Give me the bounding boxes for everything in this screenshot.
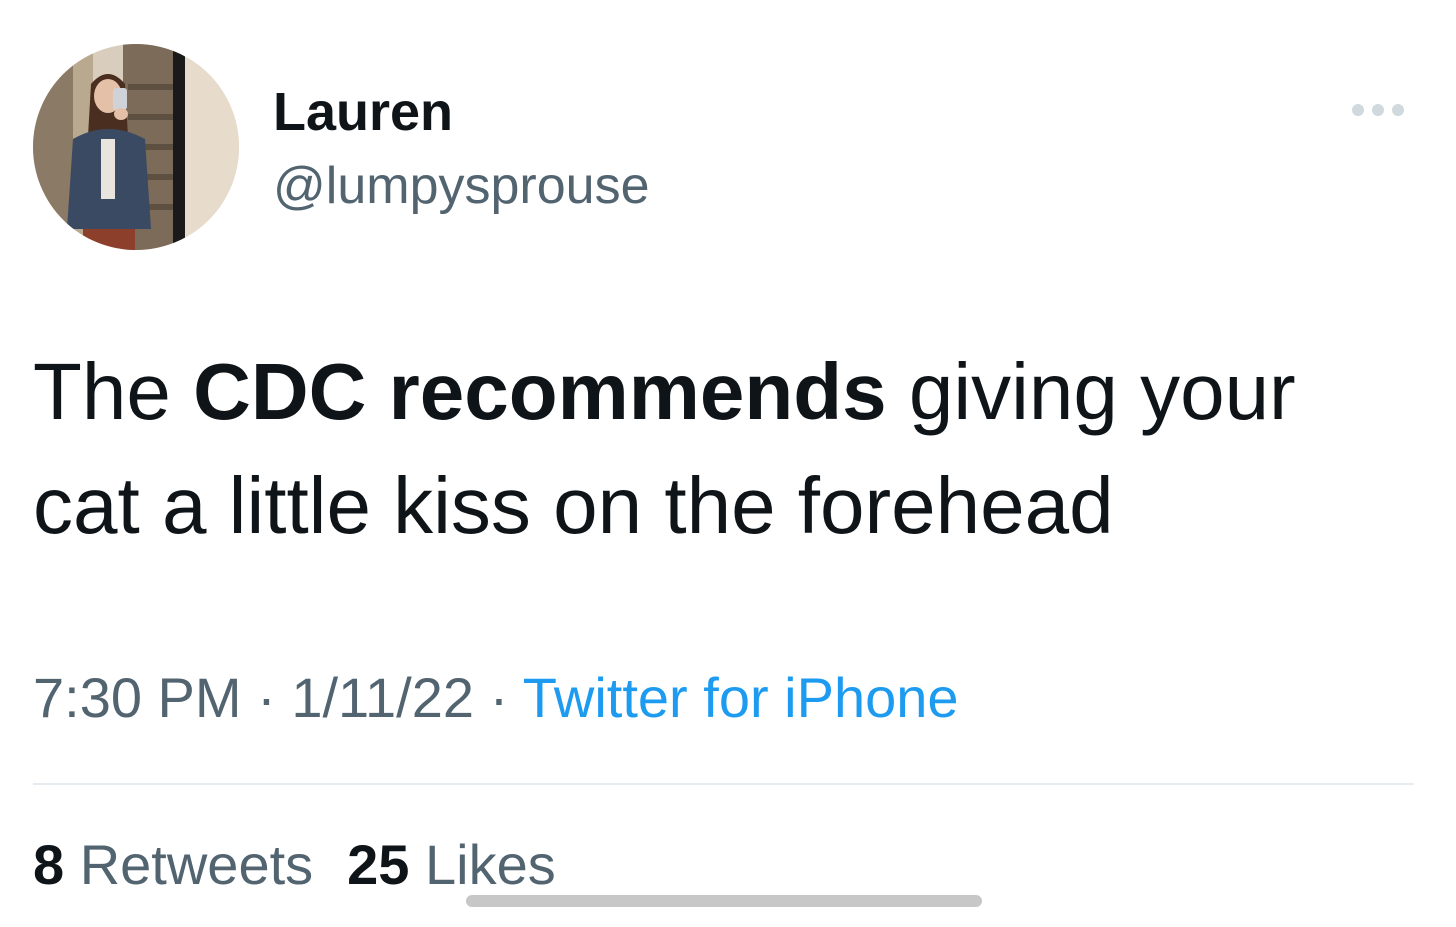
tweet-source-link[interactable]: Twitter for iPhone [523,666,959,729]
avatar-photo [33,44,239,250]
tweet-date[interactable]: 1/11/22 [291,666,474,729]
retweets-stat[interactable]: 8 Retweets [33,833,313,896]
meta-separator: · [489,666,509,729]
likes-stat[interactable]: 25 Likes [347,833,556,896]
tweet-stats: 8 Retweets 25 Likes [33,832,556,898]
likes-count: 25 [347,833,410,896]
likes-label: Likes [425,833,556,896]
tweet-text-part1: The [33,347,194,436]
avatar[interactable] [33,44,239,250]
tweet-text: The CDC recommends giving your cat a lit… [33,335,1413,563]
more-horizontal-icon[interactable] [1346,96,1410,124]
retweets-count: 8 [33,833,65,896]
home-indicator[interactable] [466,895,982,907]
retweets-label: Retweets [79,833,314,896]
tweet-meta: 7:30 PM · 1/11/22 · Twitter for iPhone [33,665,959,731]
user-handle[interactable]: @lumpysprouse [273,155,650,217]
tweet-time[interactable]: 7:30 PM [33,666,242,729]
display-name[interactable]: Lauren [273,80,453,144]
tweet-text-bold: CDC recommends [193,347,887,436]
divider [33,783,1414,785]
meta-separator: · [257,666,276,729]
